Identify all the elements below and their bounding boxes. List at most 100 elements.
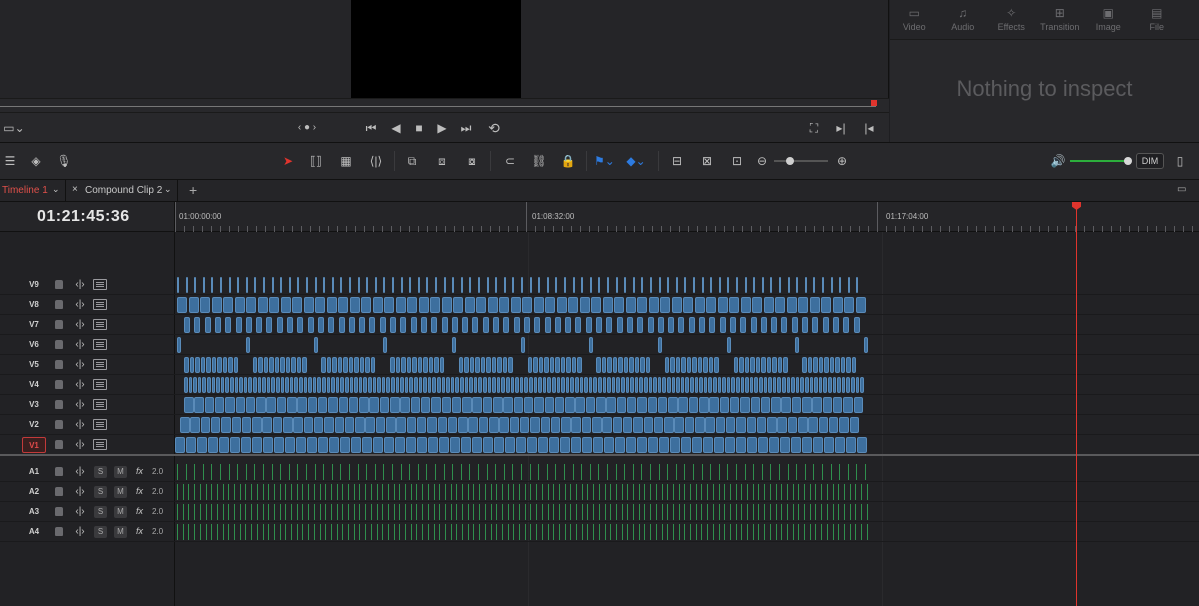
audio-clip[interactable] [484, 504, 486, 520]
lock-icon[interactable] [55, 487, 63, 496]
add-tab-button[interactable]: + [189, 182, 197, 198]
video-clip[interactable] [780, 437, 790, 453]
video-clip[interactable] [228, 357, 233, 373]
video-clip[interactable] [491, 357, 497, 373]
audio-clip[interactable] [199, 524, 201, 540]
audio-clip[interactable] [866, 504, 868, 520]
audio-clip[interactable] [747, 484, 748, 500]
video-clip[interactable] [740, 377, 745, 393]
video-clip[interactable] [736, 417, 746, 433]
video-clip[interactable] [775, 297, 785, 313]
video-clip[interactable] [200, 357, 205, 373]
audio-clip[interactable] [741, 524, 743, 540]
viewer-frame[interactable] [351, 0, 521, 98]
video-clip[interactable] [664, 357, 670, 373]
video-clip[interactable] [832, 317, 839, 333]
video-clip[interactable] [289, 377, 294, 393]
audio-clip[interactable] [205, 484, 207, 500]
video-clip[interactable] [189, 357, 194, 373]
audio-clip[interactable] [359, 484, 361, 500]
lock-icon[interactable] [55, 420, 63, 429]
flag-icon[interactable]: ⚑⌄ [594, 152, 615, 170]
video-clip[interactable] [508, 357, 513, 373]
audio-clip[interactable] [564, 484, 566, 500]
video-clip[interactable] [392, 277, 394, 293]
video-clip[interactable] [812, 317, 819, 333]
video-clip[interactable] [317, 377, 321, 393]
auto-select-icon[interactable]: ‹|› [73, 438, 87, 452]
tab-image[interactable]: ▣ Image [1084, 0, 1133, 40]
audio-clip[interactable] [513, 484, 515, 500]
audio-clip[interactable] [826, 484, 828, 500]
video-clip[interactable] [220, 277, 222, 293]
video-clip[interactable] [676, 377, 680, 393]
video-clip[interactable] [297, 397, 307, 413]
audio-clip[interactable] [861, 524, 862, 540]
video-clip[interactable] [524, 377, 528, 393]
video-clip[interactable] [593, 377, 597, 393]
audio-clip[interactable] [667, 484, 669, 500]
video-clip[interactable] [664, 417, 674, 433]
lock-icon[interactable] [55, 440, 63, 449]
video-clip[interactable] [252, 417, 262, 433]
audio-clip[interactable] [313, 524, 315, 540]
audio-clip[interactable] [650, 464, 651, 480]
audio-clip[interactable] [177, 484, 178, 500]
audio-clip[interactable] [490, 484, 492, 500]
video-clip[interactable] [565, 377, 570, 393]
video-clip[interactable] [538, 277, 541, 293]
video-clip[interactable] [492, 377, 496, 393]
audio-clip[interactable] [707, 524, 709, 540]
audio-clip[interactable] [672, 484, 674, 500]
video-clip[interactable] [193, 377, 197, 393]
video-clip[interactable] [621, 377, 625, 393]
video-clip[interactable] [823, 377, 827, 393]
video-clip[interactable] [483, 377, 487, 393]
video-clip[interactable] [602, 297, 613, 313]
video-clip[interactable] [269, 297, 279, 313]
video-clip[interactable] [426, 277, 429, 293]
video-clip[interactable] [812, 397, 822, 413]
audio-clip[interactable] [581, 484, 583, 500]
audio-meter-icon[interactable]: ▯ [1170, 152, 1190, 170]
audio-clip[interactable] [308, 524, 310, 540]
video-clip[interactable] [726, 337, 731, 353]
audio-lane-a1[interactable] [175, 462, 1199, 482]
audio-clip[interactable] [855, 484, 857, 500]
audio-clip[interactable] [199, 504, 201, 520]
video-clip[interactable] [615, 277, 618, 293]
audio-clip[interactable] [769, 504, 771, 520]
video-clip[interactable] [694, 377, 699, 393]
audio-clip[interactable] [433, 484, 435, 500]
audio-clip[interactable] [724, 504, 726, 520]
match-frame-icon[interactable]: ⛶ [805, 119, 823, 137]
audio-clip[interactable] [330, 484, 332, 500]
video-clip[interactable] [185, 277, 188, 293]
audio-clip[interactable] [456, 484, 458, 500]
video-clip[interactable] [482, 397, 493, 413]
video-clip[interactable] [331, 377, 335, 393]
video-clip[interactable] [745, 377, 749, 393]
video-clip[interactable] [851, 357, 857, 373]
trim-tool-icon[interactable]: ⟦⟧ [306, 152, 326, 170]
audio-clip[interactable] [775, 484, 777, 500]
audio-clip[interactable] [370, 524, 372, 540]
video-clip[interactable] [802, 317, 808, 333]
video-clip[interactable] [565, 317, 572, 333]
video-clip[interactable] [529, 277, 532, 293]
video-clip[interactable] [828, 417, 839, 433]
video-clip[interactable] [761, 277, 764, 293]
video-clip[interactable] [560, 357, 565, 373]
audio-clip[interactable] [798, 524, 800, 540]
audio-video-divider[interactable] [0, 454, 1199, 456]
audio-clip[interactable] [279, 504, 281, 520]
close-icon[interactable]: × [72, 184, 78, 195]
video-lane-v9[interactable] [175, 275, 1199, 295]
audio-clip[interactable] [399, 524, 401, 540]
video-clip[interactable] [441, 297, 452, 313]
audio-clip[interactable] [650, 484, 652, 500]
video-clip[interactable] [210, 417, 221, 433]
video-clip[interactable] [372, 297, 383, 313]
audio-clip[interactable] [581, 464, 583, 480]
video-clip[interactable] [688, 317, 695, 333]
